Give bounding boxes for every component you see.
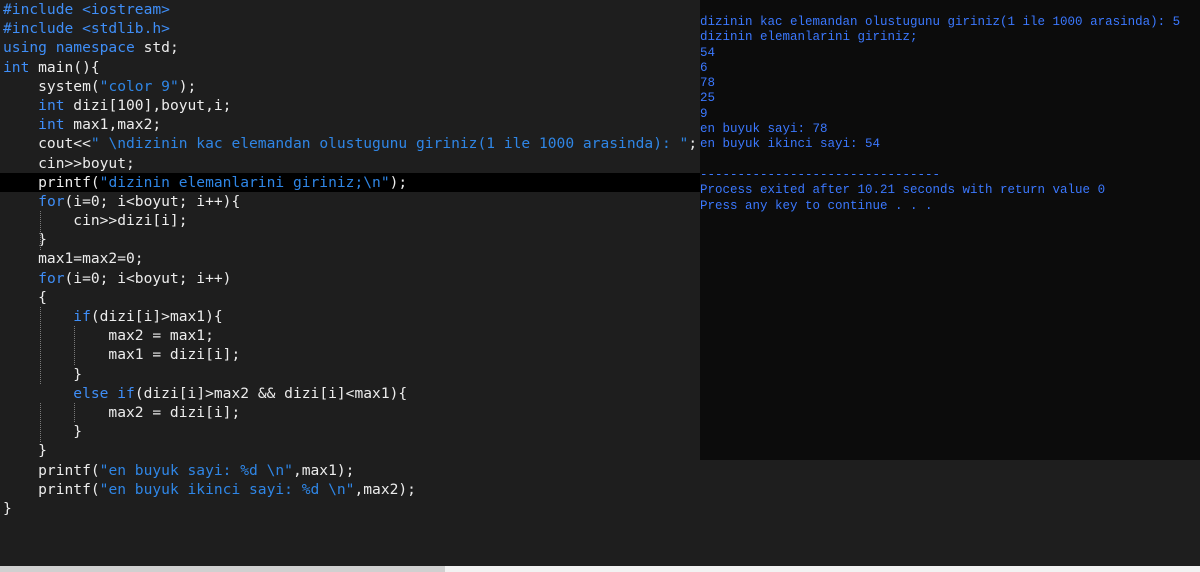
code-token: using namespace xyxy=(3,39,135,57)
code-token: ; xyxy=(688,135,698,153)
code-token: } xyxy=(3,365,83,383)
code-token: "en buyuk sayi: %d \n" xyxy=(99,461,293,479)
code-line[interactable]: printf("en buyuk ikinci sayi: %d \n",max… xyxy=(0,480,1200,499)
code-token: cout<< xyxy=(3,135,91,153)
code-token: max2 = dizi[i]; xyxy=(3,403,241,421)
code-token: int xyxy=(38,96,65,114)
code-token: else if xyxy=(73,384,135,402)
code-token: for xyxy=(38,269,65,287)
indent-guide xyxy=(74,326,76,365)
code-token: printf( xyxy=(3,480,100,498)
console-line: 6 xyxy=(700,60,708,75)
code-token: ,max2); xyxy=(354,480,416,498)
code-token: (dizi[i]>max2 && dizi[i]<max1){ xyxy=(134,384,408,402)
console-line: en buyuk sayi: 78 xyxy=(700,122,828,137)
code-token: std; xyxy=(134,39,179,57)
console-line: dizinin elemanlarini giriniz; xyxy=(700,30,918,45)
code-token: (dizi[i]>max1){ xyxy=(90,308,223,325)
code-token: "color 9" xyxy=(99,77,179,95)
code-token: #include <stdlib.h> xyxy=(3,20,170,38)
code-token: int xyxy=(38,116,65,134)
console-line: 25 xyxy=(700,91,716,106)
code-token: max1=max2=0; xyxy=(3,250,144,268)
console-line: Process exited after 10.21 seconds with … xyxy=(700,183,1106,198)
console-line: en buyuk ikinci sayi: 54 xyxy=(700,137,881,152)
code-token: for xyxy=(38,192,65,210)
code-token: cin>>dizi[i]; xyxy=(3,212,188,230)
code-line[interactable]: } xyxy=(0,499,1200,518)
code-token: cin>>boyut; xyxy=(3,154,135,172)
console-line: 9 xyxy=(700,106,708,121)
code-token: (i=0; i<boyut; i++){ xyxy=(64,192,241,210)
console-line: Press any key to continue . . . xyxy=(700,198,933,213)
code-token: "dizinin elemanlarini giriniz;\n" xyxy=(99,173,390,191)
code-token: main(){ xyxy=(29,58,100,76)
code-token: } xyxy=(3,499,12,517)
console-line: 54 xyxy=(700,45,716,60)
console-line: 78 xyxy=(700,76,716,91)
screen: #include <iostream> #include <stdlib.h> us… xyxy=(0,0,1200,572)
code-token: #include <iostream> xyxy=(3,1,170,18)
indent-guide xyxy=(39,307,41,384)
indent-guide xyxy=(39,211,41,250)
code-token: } xyxy=(3,423,83,441)
console-line: -------------------------------- xyxy=(700,167,941,182)
code-token: dizi[100],boyut,i; xyxy=(64,96,232,114)
code-token: printf( xyxy=(3,173,100,191)
code-token: { xyxy=(3,288,47,306)
code-token: if xyxy=(73,308,91,325)
code-token: (i=0; i<boyut; i++) xyxy=(64,269,232,287)
code-token: ); xyxy=(178,77,197,95)
code-token: int xyxy=(3,58,30,76)
code-token: printf( xyxy=(3,461,100,479)
console-output-window[interactable]: dizinin kac elemandan olustugunu giriniz… xyxy=(700,0,1200,460)
code-token: max2 = max1; xyxy=(3,327,214,345)
code-token: } xyxy=(3,442,47,460)
code-token: ); xyxy=(389,173,408,191)
code-token: system( xyxy=(3,77,100,95)
horizontal-scrollbar-thumb[interactable] xyxy=(0,566,445,572)
indent-guide xyxy=(74,403,76,423)
code-token: "en buyuk ikinci sayi: %d \n" xyxy=(99,480,355,498)
code-token: " \ndizinin kac elemandan olustugunu gir… xyxy=(90,135,689,153)
indent-guide xyxy=(39,403,41,442)
code-token: ,max1); xyxy=(292,461,355,479)
console-line: dizinin kac elemandan olustugunu giriniz… xyxy=(700,15,1181,29)
code-line[interactable]: printf("en buyuk sayi: %d \n",max1); xyxy=(0,461,1200,480)
code-token: max1 = dizi[i]; xyxy=(3,346,241,364)
code-token: max1,max2; xyxy=(64,116,162,134)
